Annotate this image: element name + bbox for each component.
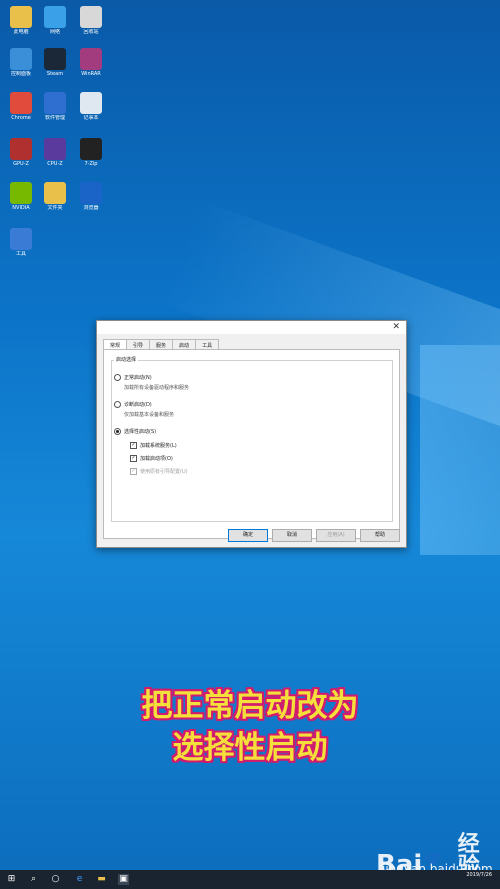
cancel-button[interactable]: 取消 bbox=[272, 529, 312, 542]
radio-selected-icon bbox=[114, 428, 121, 435]
system-tray: 2019/7/26 bbox=[466, 872, 492, 879]
checkbox-checked-icon: ✓ bbox=[130, 455, 137, 462]
desktop-icon-label: Chrome bbox=[11, 115, 31, 121]
app-icon bbox=[10, 228, 32, 250]
ok-button[interactable]: 确定 bbox=[228, 529, 268, 542]
use-original-boot-config-label: 使用原有引导配置(U) bbox=[140, 469, 188, 475]
dialog-titlebar: ✕ bbox=[97, 321, 406, 334]
desktop-icon-label: 此电脑 bbox=[13, 29, 29, 35]
radio-normal-startup[interactable]: 正常启动(N) bbox=[114, 374, 152, 381]
desktop-icon[interactable]: 浏览器 bbox=[74, 182, 108, 211]
search-icon[interactable]: ⌕ bbox=[28, 874, 39, 885]
desktop-icon-label: 软件管理 bbox=[44, 115, 65, 121]
diagnostic-startup-desc: 仅加载基本设备和服务 bbox=[124, 412, 175, 418]
app-icon bbox=[10, 6, 32, 28]
checkbox-disabled-icon: ✓ bbox=[130, 468, 137, 475]
radio-diagnostic-startup[interactable]: 诊断启动(D) bbox=[114, 401, 152, 408]
desktop-icon[interactable]: WinRAR bbox=[74, 48, 108, 77]
apply-button[interactable]: 应用(A) bbox=[316, 529, 356, 542]
caption-line-1: 把正常启动改为 bbox=[141, 688, 359, 724]
desktop-icon-label: 7-Zip bbox=[84, 161, 98, 167]
desktop-icon-label: CPU-Z bbox=[47, 161, 63, 167]
app-icon bbox=[80, 92, 102, 114]
app-icon bbox=[10, 48, 32, 70]
close-icon[interactable]: ✕ bbox=[392, 322, 400, 333]
desktop-icon-label: GPU-Z bbox=[13, 161, 29, 167]
desktop-icon[interactable]: 工具 bbox=[4, 228, 38, 257]
normal-startup-desc: 加载所有设备驱动程序和服务 bbox=[124, 385, 190, 391]
radio-diagnostic-label: 诊断启动(D) bbox=[124, 402, 152, 408]
file-explorer-icon[interactable]: ▬ bbox=[96, 874, 107, 885]
desktop-icon[interactable]: 回收站 bbox=[74, 6, 108, 35]
app-icon bbox=[44, 138, 66, 160]
desktop-icon-label: NVIDIA bbox=[12, 205, 30, 211]
desktop-icon-label: 工具 bbox=[15, 251, 26, 257]
windows-start-icon[interactable]: ⊞ bbox=[6, 874, 17, 885]
desktop-icon-label: WinRAR bbox=[81, 71, 101, 77]
desktop-icon-label: 控制面板 bbox=[10, 71, 31, 77]
desktop-icon[interactable]: 7-Zip bbox=[74, 138, 108, 167]
desktop-icon-label: 文件夹 bbox=[47, 205, 63, 211]
desktop-icon-label: 浏览器 bbox=[83, 205, 99, 211]
desktop-icon[interactable]: Chrome bbox=[4, 92, 38, 121]
desktop-icon[interactable]: Steam bbox=[38, 48, 72, 77]
desktop-icon[interactable]: 控制面板 bbox=[4, 48, 38, 77]
app-icon bbox=[10, 138, 32, 160]
app-icon bbox=[10, 182, 32, 204]
app-icon bbox=[44, 48, 66, 70]
desktop-icon-label: Steam bbox=[46, 71, 64, 77]
radio-icon bbox=[114, 401, 121, 408]
desktop-icon[interactable]: 此电脑 bbox=[4, 6, 38, 35]
app-icon bbox=[80, 182, 102, 204]
app-icon bbox=[80, 48, 102, 70]
desktop-icon[interactable]: GPU-Z bbox=[4, 138, 38, 167]
system-configuration-dialog: ✕ 常规 引导 服务 启动 工具 启动选择 正常启动(N) 加载所有设备驱动程序… bbox=[96, 320, 407, 548]
group-title: 启动选择 bbox=[114, 356, 139, 363]
checkbox-use-original-boot-config[interactable]: ✓ 使用原有引导配置(U) bbox=[130, 468, 188, 475]
radio-normal-label: 正常启动(N) bbox=[124, 375, 152, 381]
edge-icon[interactable]: e bbox=[74, 874, 85, 885]
desktop-icon-label: 网络 bbox=[49, 29, 60, 35]
checkbox-load-startup-items[interactable]: ✓ 加载启动项(O) bbox=[130, 455, 173, 462]
msconfig-taskbar-icon[interactable]: ▣ bbox=[118, 874, 129, 885]
app-icon bbox=[44, 182, 66, 204]
app-icon bbox=[80, 6, 102, 28]
app-icon bbox=[44, 6, 66, 28]
taskbar: ⊞ ⌕ ○ e ▬ ▣ 2019/7/26 bbox=[0, 870, 500, 889]
load-system-services-label: 加载系统服务(L) bbox=[140, 443, 177, 449]
desktop-icon-label: 回收站 bbox=[83, 29, 99, 35]
tray-date: 2019/7/26 bbox=[466, 872, 492, 878]
desktop-icon[interactable]: 文件夹 bbox=[38, 182, 72, 211]
desktop-icon[interactable]: 软件管理 bbox=[38, 92, 72, 121]
tab-panel-general: 启动选择 正常启动(N) 加载所有设备驱动程序和服务 诊断启动(D) 仅加载基本… bbox=[103, 349, 400, 539]
desktop-icon-label: 记事本 bbox=[83, 115, 99, 121]
desktop-icon[interactable]: 网络 bbox=[38, 6, 72, 35]
radio-icon bbox=[114, 374, 121, 381]
desktop-icon[interactable]: NVIDIA bbox=[4, 182, 38, 211]
app-icon bbox=[80, 138, 102, 160]
desktop-icon[interactable]: 记事本 bbox=[74, 92, 108, 121]
help-button[interactable]: 帮助 bbox=[360, 529, 400, 542]
checkbox-checked-icon: ✓ bbox=[130, 442, 137, 449]
desktop-icon[interactable]: CPU-Z bbox=[38, 138, 72, 167]
load-startup-items-label: 加载启动项(O) bbox=[140, 456, 173, 462]
app-icon bbox=[44, 92, 66, 114]
radio-selective-startup[interactable]: 选择性启动(S) bbox=[114, 428, 156, 435]
task-view-icon[interactable]: ○ bbox=[50, 874, 61, 885]
checkbox-load-system-services[interactable]: ✓ 加载系统服务(L) bbox=[130, 442, 177, 449]
caption-line-2: 选择性启动 bbox=[172, 730, 328, 766]
radio-selective-label: 选择性启动(S) bbox=[124, 429, 157, 435]
app-icon bbox=[10, 92, 32, 114]
